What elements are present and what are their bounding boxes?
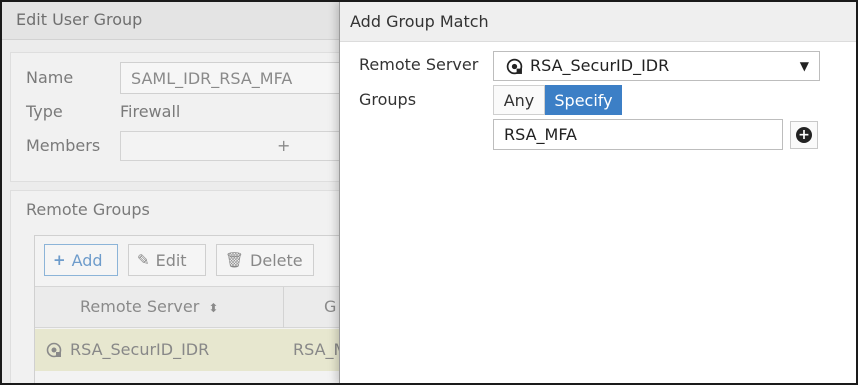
add-group-button[interactable]: + xyxy=(790,121,818,149)
plus-icon: + xyxy=(53,251,66,269)
add-button[interactable]: + Add xyxy=(44,244,118,276)
edit-button[interactable]: ✎ Edit xyxy=(128,244,206,276)
delete-button-label: Delete xyxy=(250,250,303,270)
chevron-down-icon: ▼ xyxy=(799,59,809,73)
remote-server-label: Remote Server xyxy=(359,55,479,74)
type-value: Firewall xyxy=(120,102,181,121)
add-member-icon[interactable]: + xyxy=(277,136,290,155)
add-button-label: Add xyxy=(71,250,103,270)
dialog-header: Add Group Match xyxy=(340,2,856,42)
group-input[interactable]: RSA_MFA xyxy=(493,119,783,150)
name-input-value: SAML_IDR_RSA_MFA xyxy=(131,69,293,88)
delete-button[interactable]: 🗑 Delete xyxy=(216,244,314,276)
column-header-remote-server[interactable]: Remote Server ⬍ xyxy=(80,297,218,316)
add-group-match-dialog: Add Group Match Remote Server RSA_SecurI… xyxy=(339,2,856,383)
remote-server-value: RSA_SecurID_IDR xyxy=(530,56,670,75)
plus-circle-icon: + xyxy=(796,127,812,143)
server-icon xyxy=(46,342,62,358)
column-header-groups[interactable]: G xyxy=(324,297,336,316)
panel-title: Edit User Group xyxy=(16,10,143,29)
trash-icon: 🗑 xyxy=(225,251,245,269)
name-input[interactable]: SAML_IDR_RSA_MFA xyxy=(120,62,360,94)
column-header-label: Remote Server xyxy=(80,297,200,316)
remote-server-select[interactable]: RSA_SecurID_IDR ▼ xyxy=(493,51,820,81)
groups-label: Groups xyxy=(359,90,417,109)
name-label: Name xyxy=(26,68,74,87)
group-input-value: RSA_MFA xyxy=(504,125,577,144)
members-field[interactable]: + xyxy=(120,131,360,161)
sort-icon: ⬍ xyxy=(208,301,219,315)
pencil-icon: ✎ xyxy=(137,251,150,269)
column-divider xyxy=(283,287,284,328)
toggle-specify[interactable]: Specify xyxy=(545,85,622,115)
edit-button-label: Edit xyxy=(155,250,187,270)
type-label: Type xyxy=(26,102,63,121)
screen-frame: Edit User Group Name SAML_IDR_RSA_MFA Ty… xyxy=(0,0,858,385)
row-remote-server: RSA_SecurID_IDR xyxy=(70,340,210,359)
server-icon xyxy=(506,58,523,75)
remote-groups-title: Remote Groups xyxy=(26,200,150,219)
toggle-any[interactable]: Any xyxy=(493,85,545,115)
groups-toggle: Any Specify xyxy=(493,85,622,115)
members-label: Members xyxy=(26,136,101,155)
dialog-title: Add Group Match xyxy=(350,12,489,31)
